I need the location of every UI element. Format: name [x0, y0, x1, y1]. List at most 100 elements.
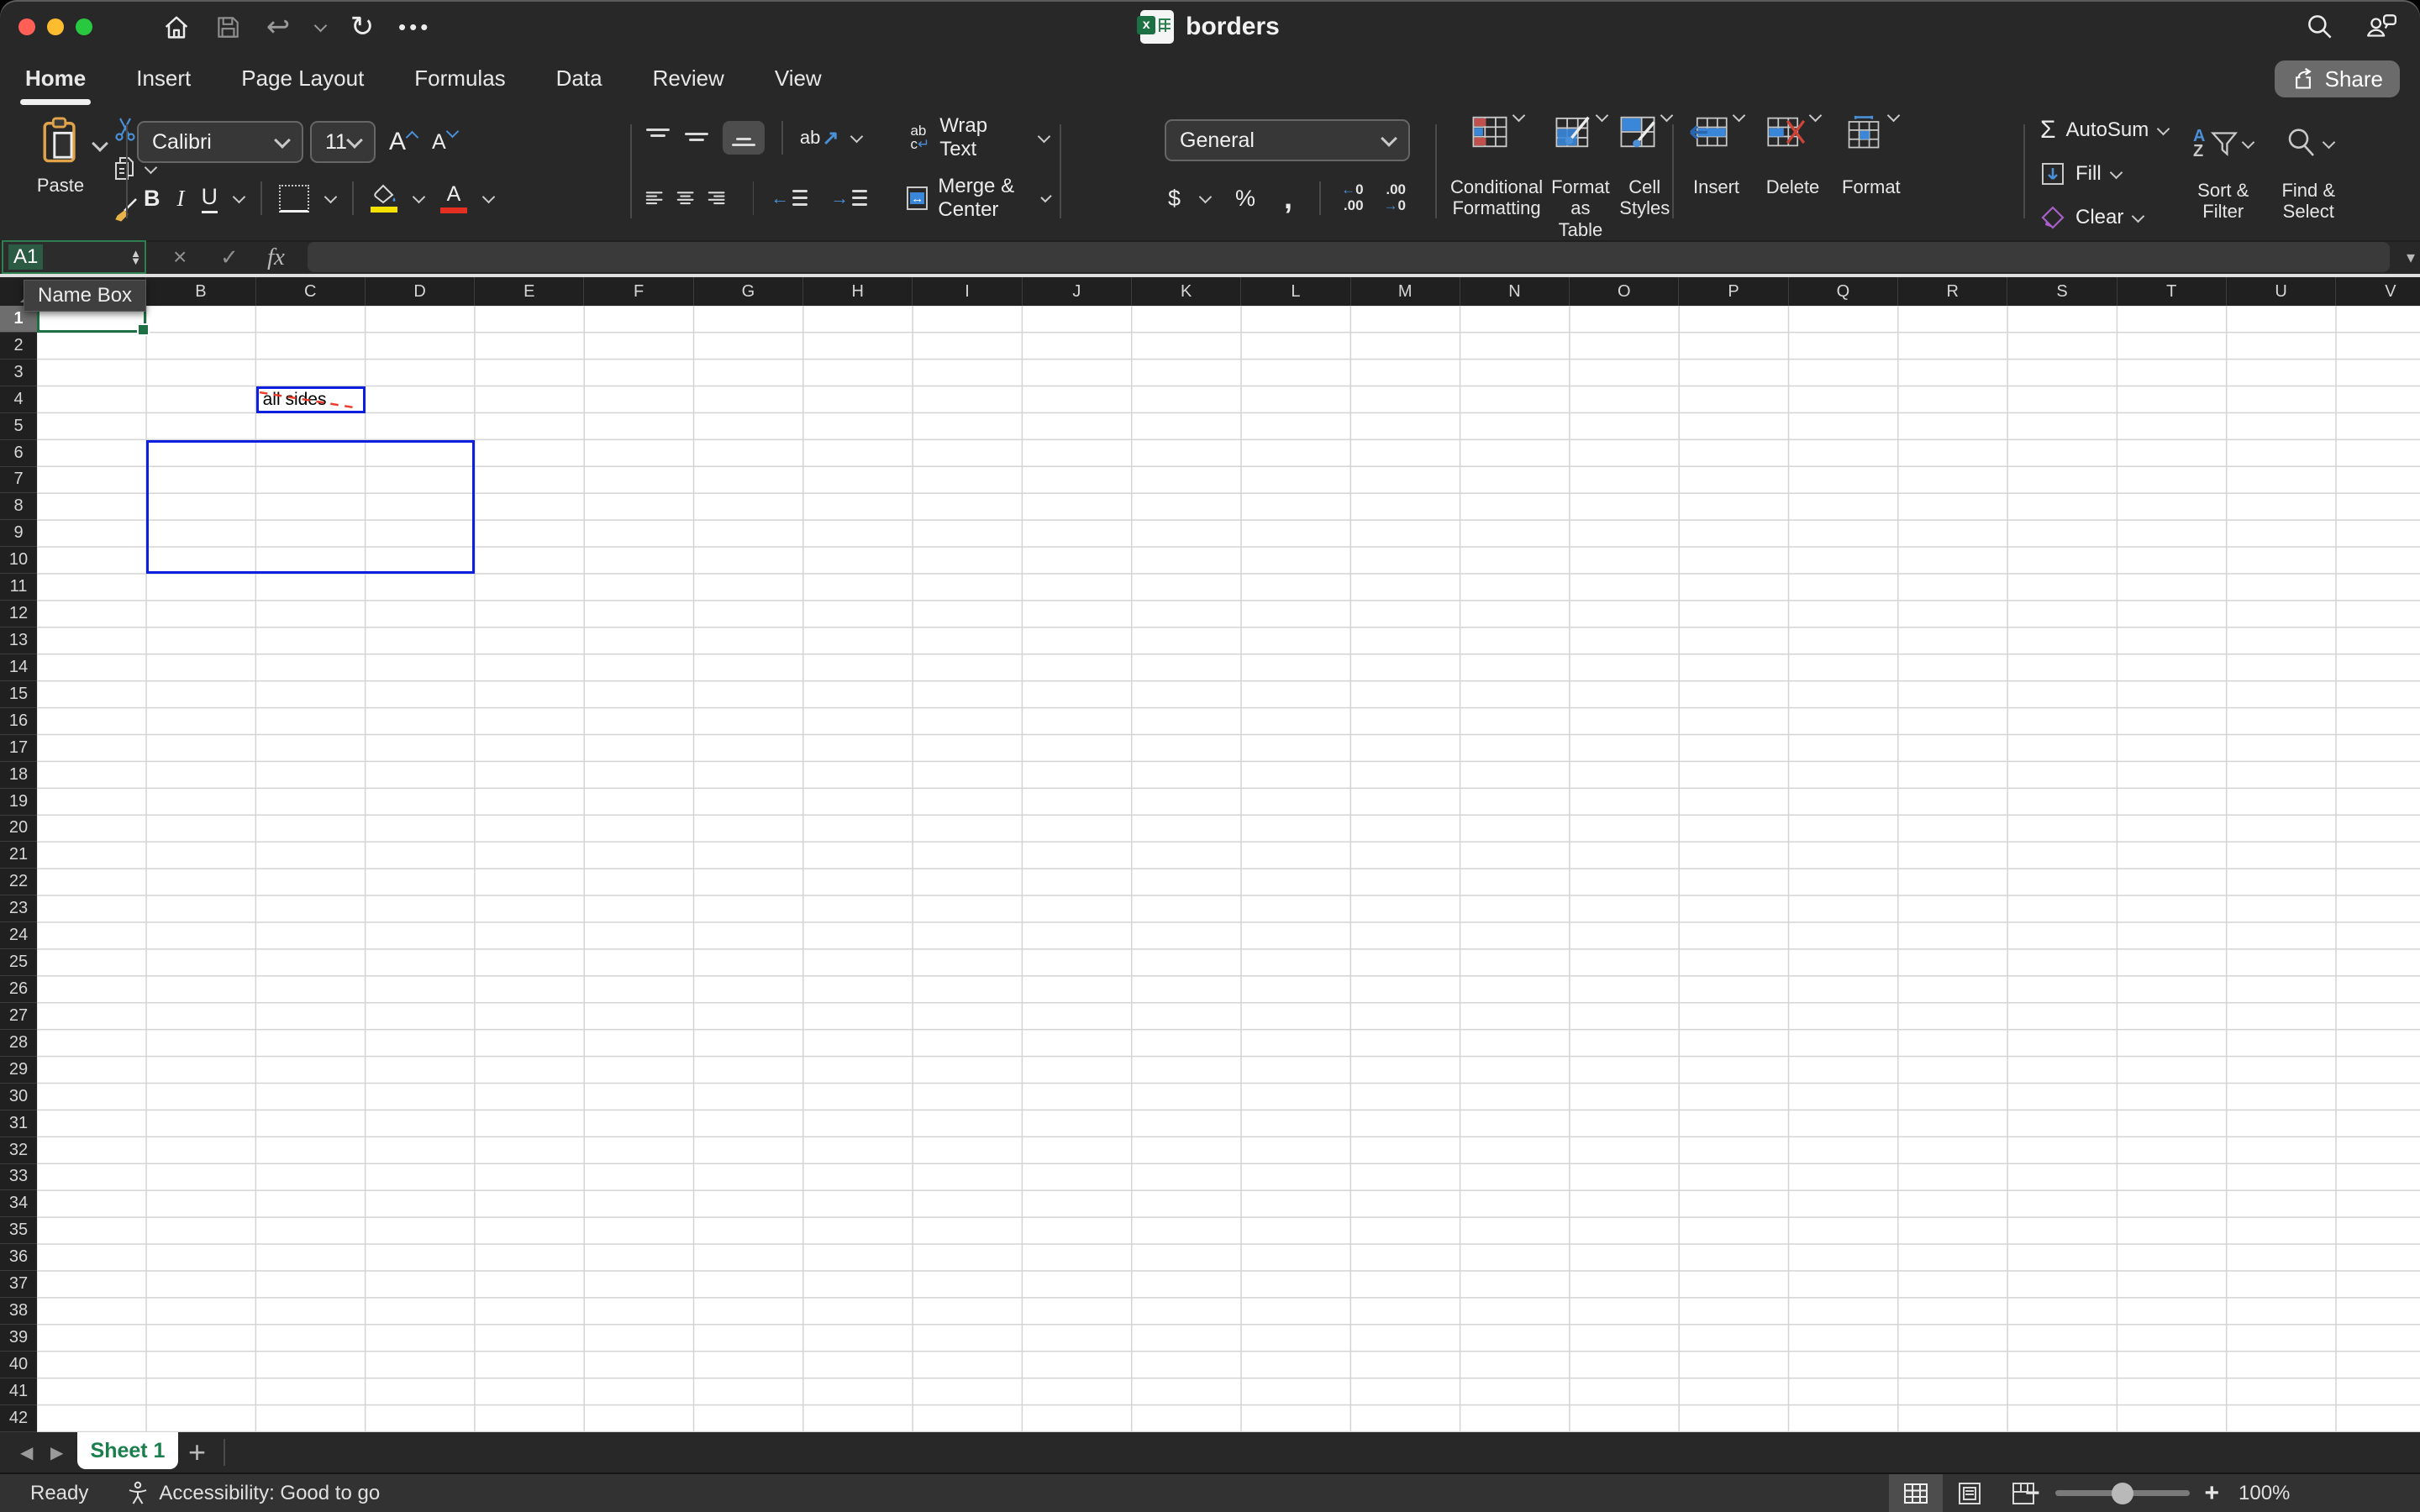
increase-font-size-button[interactable]: A: [389, 128, 419, 156]
wrap-text-button[interactable]: ab c↵ Wrap Text: [910, 114, 1051, 161]
row-header-16[interactable]: 16: [0, 708, 37, 735]
row-header-4[interactable]: 4: [0, 386, 37, 413]
column-header-P[interactable]: P: [1679, 277, 1789, 306]
row-header-29[interactable]: 29: [0, 1057, 37, 1084]
next-sheet-icon[interactable]: ▶: [50, 1432, 63, 1473]
row-header-20[interactable]: 20: [0, 816, 37, 843]
bold-button[interactable]: B: [144, 186, 160, 212]
percent-button[interactable]: %: [1235, 186, 1255, 212]
sheet-tab-active[interactable]: Sheet 1: [77, 1432, 178, 1469]
increase-indent-button[interactable]: →: [830, 187, 868, 209]
align-center-button[interactable]: [676, 188, 694, 208]
font-color-chevron-icon[interactable]: [481, 190, 496, 203]
row-header-34[interactable]: 34: [0, 1190, 37, 1218]
align-left-button[interactable]: [645, 188, 663, 208]
row-header-24[interactable]: 24: [0, 922, 37, 950]
row-header-5[interactable]: 5: [0, 413, 37, 440]
borders-button[interactable]: [279, 184, 309, 213]
zoom-slider-thumb[interactable]: [2111, 1482, 2133, 1504]
row-header-33[interactable]: 33: [0, 1164, 37, 1191]
column-header-T[interactable]: T: [2118, 277, 2227, 306]
row-header-6[interactable]: 6: [0, 440, 37, 467]
stepper-down-icon[interactable]: ▼: [130, 255, 141, 266]
row-header-19[interactable]: 19: [0, 789, 37, 816]
column-header-K[interactable]: K: [1132, 277, 1242, 306]
row-header-27[interactable]: 27: [0, 1003, 37, 1030]
format-as-table-button[interactable]: Format as Table: [1551, 108, 1610, 240]
formula-bar-expand-icon[interactable]: ▾: [2407, 247, 2415, 268]
row-header-37[interactable]: 37: [0, 1271, 37, 1299]
font-color-button[interactable]: A: [440, 183, 467, 213]
profile-feedback-icon[interactable]: [2365, 10, 2398, 44]
italic-button[interactable]: I: [177, 186, 185, 212]
row-header-41[interactable]: 41: [0, 1378, 37, 1405]
increase-decimal-button[interactable]: .00 →0: [1384, 182, 1406, 213]
row-header-11[interactable]: 11: [0, 574, 37, 601]
tab-page-layout[interactable]: Page Layout: [239, 62, 366, 95]
number-format-select[interactable]: General: [1165, 119, 1410, 161]
column-header-L[interactable]: L: [1241, 277, 1351, 306]
orientation-button[interactable]: ab ↗: [800, 126, 839, 150]
column-header-S[interactable]: S: [2007, 277, 2118, 306]
cell-styles-button[interactable]: Cell Styles: [1618, 108, 1674, 219]
row-header-22[interactable]: 22: [0, 869, 37, 896]
align-top-button[interactable]: [645, 128, 671, 148]
tab-review[interactable]: Review: [651, 62, 726, 95]
column-header-G[interactable]: G: [694, 277, 804, 306]
cancel-entry-button[interactable]: ×: [173, 240, 187, 274]
fill-color-button[interactable]: [371, 184, 397, 213]
column-header-M[interactable]: M: [1351, 277, 1460, 306]
clear-button[interactable]: Clear: [2040, 200, 2168, 235]
row-header-9[interactable]: 9: [0, 520, 37, 548]
paste-button[interactable]: Paste: [27, 116, 94, 196]
currency-chevron-icon[interactable]: [1198, 190, 1213, 203]
tab-home[interactable]: Home: [19, 62, 92, 105]
delete-cells-button[interactable]: Delete: [1765, 108, 1823, 197]
decrease-indent-button[interactable]: ←: [771, 187, 808, 209]
find-select-button[interactable]: Find & Select: [2281, 118, 2335, 223]
underline-button[interactable]: U: [201, 184, 218, 213]
add-sheet-button[interactable]: +: [188, 1432, 206, 1473]
align-middle-button[interactable]: [684, 128, 709, 148]
prev-sheet-icon[interactable]: ◀: [20, 1432, 33, 1473]
tab-view[interactable]: View: [773, 62, 823, 95]
row-header-23[interactable]: 23: [0, 895, 37, 923]
row-header-25[interactable]: 25: [0, 949, 37, 977]
row-header-13[interactable]: 13: [0, 627, 37, 654]
currency-button[interactable]: $: [1168, 186, 1181, 212]
format-cells-button[interactable]: Format: [1842, 108, 1901, 197]
row-header-38[interactable]: 38: [0, 1298, 37, 1326]
column-header-I[interactable]: I: [913, 277, 1023, 306]
row-header-21[interactable]: 21: [0, 842, 37, 869]
row-header-32[interactable]: 32: [0, 1137, 37, 1164]
row-header-7[interactable]: 7: [0, 467, 37, 494]
zoom-slider[interactable]: [2054, 1482, 2190, 1504]
confirm-entry-button[interactable]: ✓: [220, 240, 239, 274]
paste-menu-chevron-icon[interactable]: [92, 135, 108, 152]
row-header-28[interactable]: 28: [0, 1030, 37, 1057]
column-header-B[interactable]: B: [146, 277, 256, 306]
font-name-select[interactable]: Calibri: [137, 121, 303, 163]
align-bottom-button[interactable]: [722, 121, 765, 155]
conditional-formatting-button[interactable]: Conditional Formatting: [1450, 108, 1543, 219]
borders-menu-chevron-icon[interactable]: [324, 190, 338, 203]
name-box[interactable]: A1 ▲ ▼: [2, 240, 146, 274]
column-header-Q[interactable]: Q: [1789, 277, 1899, 306]
share-button[interactable]: Share: [2274, 60, 2400, 97]
row-header-2[interactable]: 2: [0, 333, 37, 360]
fill-button[interactable]: Fill: [2040, 156, 2168, 192]
column-header-J[interactable]: J: [1023, 277, 1132, 306]
row-header-12[interactable]: 12: [0, 601, 37, 628]
sort-filter-button[interactable]: AZ Sort & Filter: [2193, 118, 2255, 223]
fill-handle[interactable]: [137, 323, 150, 336]
bordered-cell-C4[interactable]: all sides: [255, 386, 366, 413]
row-header-35[interactable]: 35: [0, 1217, 37, 1245]
page-layout-view-button[interactable]: [1943, 1474, 1996, 1512]
name-box-steppers[interactable]: ▲ ▼: [130, 242, 141, 272]
column-header-O[interactable]: O: [1570, 277, 1680, 306]
decrease-decimal-button[interactable]: ←0.00: [1341, 181, 1363, 213]
decrease-font-size-button[interactable]: A: [432, 124, 459, 155]
column-header-D[interactable]: D: [366, 277, 476, 306]
merge-center-button[interactable]: ↔ Merge & Center: [907, 175, 1052, 222]
insert-cells-button[interactable]: Insert: [1689, 108, 1746, 197]
